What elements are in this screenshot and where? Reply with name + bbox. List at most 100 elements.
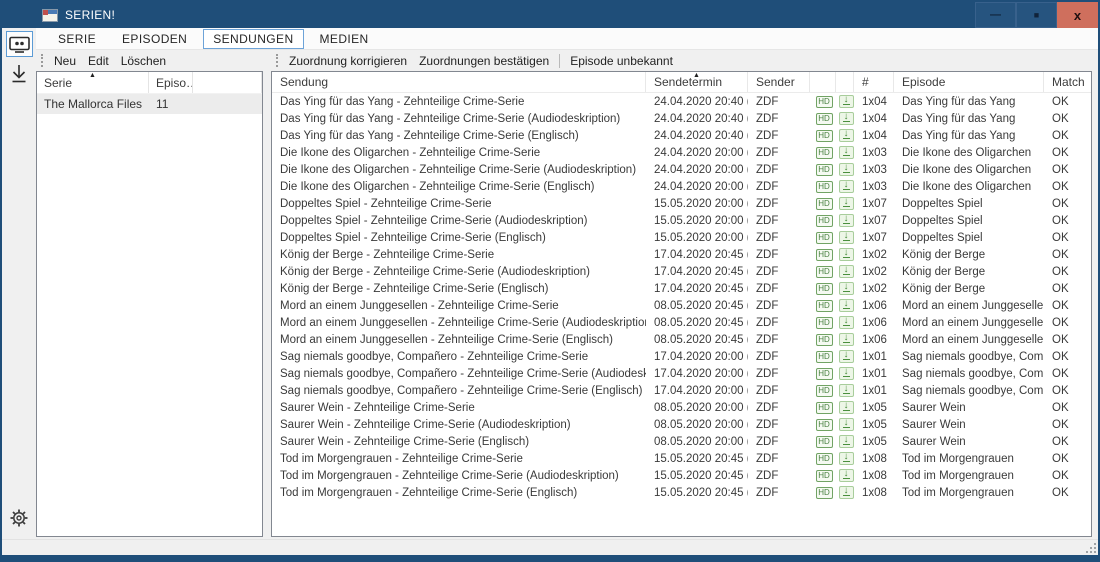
sendung-row[interactable]: Mord an einem Junggesellen - Zehnteilige… <box>272 331 1091 348</box>
toolbar-button-neu[interactable]: Neu <box>48 52 82 70</box>
toolbar-button-l-schen[interactable]: Löschen <box>115 52 172 70</box>
menu-item-serie[interactable]: SERIE <box>48 29 106 49</box>
sendung-row[interactable]: König der Berge - Zehnteilige Crime-Seri… <box>272 263 1091 280</box>
cell-sender: ZDF <box>748 436 810 448</box>
sendung-row[interactable]: Das Ying für das Yang - Zehnteilige Crim… <box>272 110 1091 127</box>
sendung-row[interactable]: Das Ying für das Yang - Zehnteilige Crim… <box>272 93 1091 110</box>
sendung-row[interactable]: Doppeltes Spiel - Zehnteilige Crime-Seri… <box>272 212 1091 229</box>
column-header-blank[interactable] <box>810 72 836 92</box>
sendung-row[interactable]: Tod im Morgengrauen - Zehnteilige Crime-… <box>272 484 1091 501</box>
sendung-row[interactable]: Saurer Wein - Zehnteilige Crime-Serie (E… <box>272 433 1091 450</box>
download-icon: ↓ <box>839 350 854 363</box>
cell-sender: ZDF <box>748 215 810 227</box>
sendung-row[interactable]: König der Berge - Zehnteilige Crime-Seri… <box>272 280 1091 297</box>
toolbar-button-edit[interactable]: Edit <box>82 52 115 70</box>
cell-sender: ZDF <box>748 181 810 193</box>
sendung-row[interactable]: Saurer Wein - Zehnteilige Crime-Serie08.… <box>272 399 1091 416</box>
rail-button-downloads[interactable] <box>6 62 33 88</box>
download-icon: ↓ <box>839 163 854 176</box>
cell-match: OK <box>1044 164 1091 176</box>
menu-item-episoden[interactable]: EPISODEN <box>112 29 197 49</box>
gear-icon <box>10 509 28 527</box>
sendung-row[interactable]: Sag niemals goodbye, Compañero - Zehntei… <box>272 348 1091 365</box>
column-header-sendetermin[interactable]: Sendetermin▲ <box>646 72 748 92</box>
column-header-sendung[interactable]: Sendung <box>272 72 646 92</box>
download-icon: ↓ <box>839 231 854 244</box>
sendung-row[interactable]: Doppeltes Spiel - Zehnteilige Crime-Seri… <box>272 195 1091 212</box>
minimize-button[interactable]: — <box>975 2 1016 28</box>
sendung-row[interactable]: Die Ikone des Oligarchen - Zehnteilige C… <box>272 178 1091 195</box>
sendung-row[interactable]: Saurer Wein - Zehnteilige Crime-Serie (A… <box>272 416 1091 433</box>
sendung-row[interactable]: Tod im Morgengrauen - Zehnteilige Crime-… <box>272 450 1091 467</box>
menu-bar: SERIE EPISODEN SENDUNGEN MEDIEN <box>36 28 1098 50</box>
download-arrow: ↓ <box>840 214 853 225</box>
cell-download: ↓ <box>836 112 854 125</box>
column-header-match[interactable]: Match <box>1044 72 1091 92</box>
hd-badge: HD <box>816 147 833 159</box>
maximize-button[interactable]: ■ <box>1016 2 1057 28</box>
cell-sendetermin: 15.05.2020 20:45 (… <box>646 470 748 482</box>
cell-episode-number: 1x08 <box>854 487 894 499</box>
cell-match: OK <box>1044 436 1091 448</box>
toolbar-button-episode-unbekannt[interactable]: Episode unbekannt <box>564 52 679 70</box>
toolbar-button-zuordnung-korrigieren[interactable]: Zuordnung korrigieren <box>283 52 413 70</box>
settings-button[interactable] <box>6 505 33 531</box>
left-rail <box>2 28 36 539</box>
sendung-row[interactable]: Tod im Morgengrauen - Zehnteilige Crime-… <box>272 467 1091 484</box>
cell-sendung: Doppeltes Spiel - Zehnteilige Crime-Seri… <box>272 198 646 210</box>
resize-grip[interactable] <box>1086 543 1097 554</box>
sendung-row[interactable]: Die Ikone des Oligarchen - Zehnteilige C… <box>272 144 1091 161</box>
column-header-episo[interactable]: Episo… <box>149 72 193 93</box>
cell-hd: HD <box>810 232 836 244</box>
app-window: SERIEN! — ■ x <box>0 0 1100 562</box>
cell-download: ↓ <box>836 452 854 465</box>
column-header-serie[interactable]: Serie▲ <box>37 72 149 93</box>
download-arrow: ↓ <box>840 299 853 310</box>
sendung-row[interactable]: Sag niemals goodbye, Compañero - Zehntei… <box>272 382 1091 399</box>
series-list: Serie▲Episo… The Mallorca Files11 <box>36 71 263 537</box>
cell-sender: ZDF <box>748 368 810 380</box>
cell-episode: Sag niemals goodbye, Com… <box>894 351 1044 363</box>
cell-sendung: Das Ying für das Yang - Zehnteilige Crim… <box>272 130 646 142</box>
download-arrow: ↓ <box>840 129 853 140</box>
serie-row[interactable]: The Mallorca Files11 <box>37 94 262 114</box>
column-header-episode[interactable]: Episode <box>894 72 1044 92</box>
cell-sendung: Doppeltes Spiel - Zehnteilige Crime-Seri… <box>272 232 646 244</box>
close-button[interactable]: x <box>1057 2 1098 28</box>
cell-episode-number: 1x02 <box>854 249 894 261</box>
sendung-row[interactable]: Das Ying für das Yang - Zehnteilige Crim… <box>272 127 1091 144</box>
download-arrow: ↓ <box>840 231 853 242</box>
cell-hd: HD <box>810 419 836 431</box>
window-controls: — ■ x <box>975 2 1098 28</box>
cell-episode: König der Berge <box>894 266 1044 278</box>
panel-splitter[interactable] <box>263 50 271 539</box>
download-arrow: ↓ <box>840 146 853 157</box>
cell-sendetermin: 24.04.2020 20:40 (… <box>646 130 748 142</box>
column-header-blank[interactable] <box>836 72 854 92</box>
sendung-row[interactable]: Die Ikone des Oligarchen - Zehnteilige C… <box>272 161 1091 178</box>
column-header-sender[interactable]: Sender <box>748 72 810 92</box>
cell-hd: HD <box>810 487 836 499</box>
cell-download: ↓ <box>836 265 854 278</box>
download-icon: ↓ <box>839 401 854 414</box>
download-icon: ↓ <box>839 146 854 159</box>
cell-sendung: Saurer Wein - Zehnteilige Crime-Serie (E… <box>272 436 646 448</box>
cell-serie: The Mallorca Files <box>37 97 149 111</box>
sendung-row[interactable]: Mord an einem Junggesellen - Zehnteilige… <box>272 314 1091 331</box>
toolbar-grip[interactable] <box>41 54 43 67</box>
sendung-row[interactable]: König der Berge - Zehnteilige Crime-Seri… <box>272 246 1091 263</box>
sendung-row[interactable]: Sag niemals goodbye, Compañero - Zehntei… <box>272 365 1091 382</box>
cell-episode: Das Ying für das Yang <box>894 96 1044 108</box>
menu-item-sendungen[interactable]: SENDUNGEN <box>203 29 303 49</box>
cell-sendetermin: 15.05.2020 20:45 (… <box>646 487 748 499</box>
column-header-blank[interactable] <box>193 72 262 93</box>
toolbar-button-zuordnungen-best-tigen[interactable]: Zuordnungen bestätigen <box>413 52 555 70</box>
column-header-blank[interactable]: # <box>854 72 894 92</box>
toolbar-grip[interactable] <box>276 54 278 67</box>
sendung-row[interactable]: Mord an einem Junggesellen - Zehnteilige… <box>272 297 1091 314</box>
rail-button-sendungen[interactable] <box>6 31 33 57</box>
cell-sendung: König der Berge - Zehnteilige Crime-Seri… <box>272 249 646 261</box>
sendungen-table-body: Das Ying für das Yang - Zehnteilige Crim… <box>272 93 1091 501</box>
menu-item-medien[interactable]: MEDIEN <box>310 29 379 49</box>
sendung-row[interactable]: Doppeltes Spiel - Zehnteilige Crime-Seri… <box>272 229 1091 246</box>
